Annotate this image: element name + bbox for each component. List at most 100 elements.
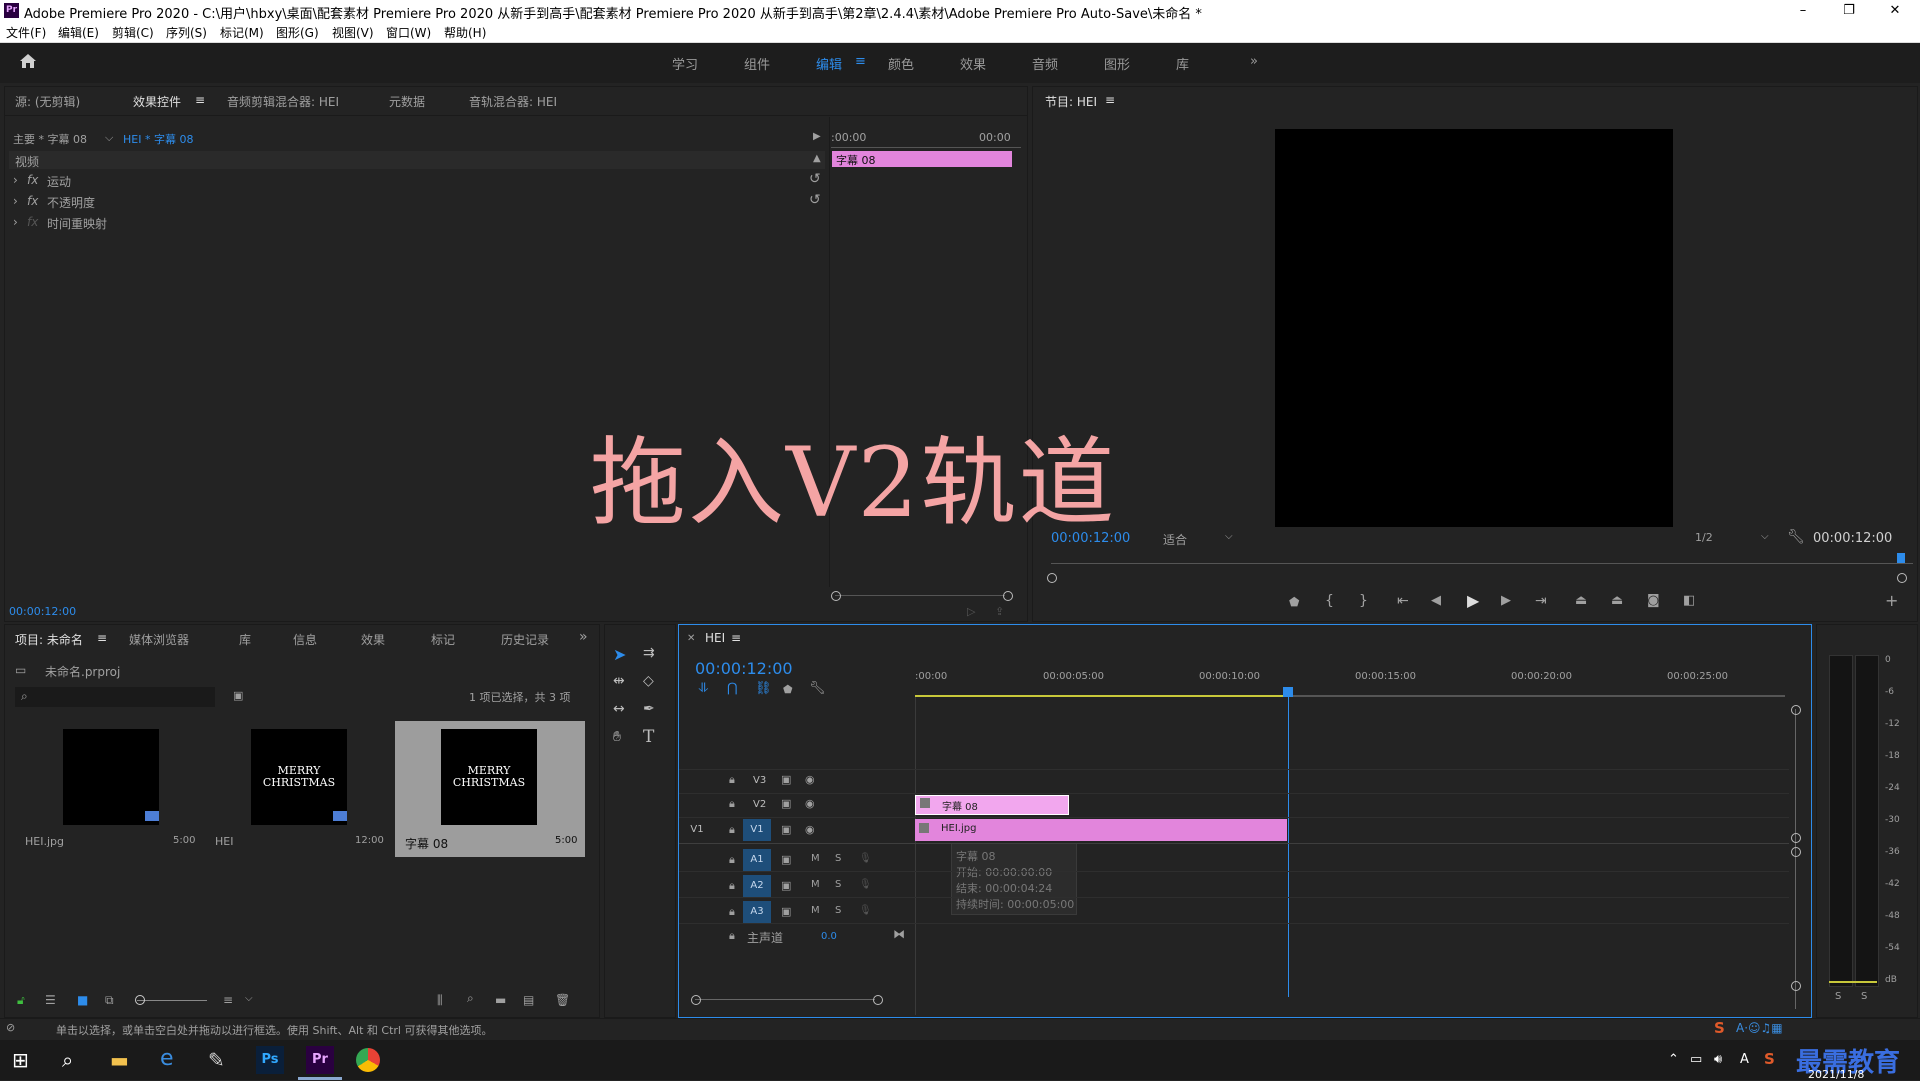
- find-icon[interactable]: ⌕: [467, 991, 474, 1006]
- master-lock-icon[interactable]: 🔒︎: [729, 929, 735, 943]
- workspace-more-icon[interactable]: »: [1250, 54, 1258, 69]
- reset-opacity-icon[interactable]: ↺: [809, 192, 821, 208]
- workspace-audio[interactable]: 音频: [1032, 54, 1058, 73]
- menu-edit[interactable]: 编辑(E): [58, 24, 99, 41]
- home-icon[interactable]: [16, 51, 40, 75]
- lift-icon[interactable]: ⏏︎: [1575, 593, 1587, 608]
- tab-menu-icon[interactable]: ≡: [195, 93, 205, 107]
- workspace-color[interactable]: 颜色: [888, 54, 914, 73]
- solo-right-button[interactable]: S: [1861, 991, 1867, 1002]
- tab-media-browser[interactable]: 媒体浏览器: [129, 631, 189, 648]
- chrome-taskbar-icon[interactable]: [356, 1048, 380, 1072]
- master-go-to-icon[interactable]: ⧓: [893, 927, 905, 941]
- step-forward-icon[interactable]: ▶︎: [1501, 593, 1511, 608]
- workspace-effects[interactable]: 效果: [960, 54, 986, 73]
- a2-mute[interactable]: M: [811, 879, 820, 890]
- expand-motion-icon[interactable]: ›: [13, 173, 18, 187]
- tab-source[interactable]: 源: (无剪辑): [15, 93, 80, 110]
- work-area-bar[interactable]: [915, 695, 1287, 697]
- export-icon[interactable]: ⇪: [995, 605, 1004, 618]
- sequence-clip-label[interactable]: HEI * 字幕 08: [123, 131, 193, 147]
- ripple-edit-tool-icon[interactable]: ⇹: [613, 673, 625, 689]
- add-button-icon[interactable]: +: [1885, 591, 1898, 610]
- a2-solo[interactable]: S: [835, 879, 841, 890]
- source-patch-v1[interactable]: V1: [683, 819, 711, 841]
- v-scroll-top-handle[interactable]: [1791, 705, 1801, 715]
- zoom-handle-right[interactable]: [1003, 591, 1013, 601]
- project-menu-icon[interactable]: ≡: [97, 631, 107, 645]
- sort-chevron-icon[interactable]: ⌵: [245, 993, 253, 1004]
- program-zoom-left[interactable]: [1047, 573, 1057, 583]
- effect-opacity[interactable]: 不透明度: [47, 194, 95, 211]
- effect-time-remap[interactable]: 时间重映射: [47, 215, 107, 232]
- menu-graphics[interactable]: 图形(G): [276, 24, 319, 41]
- edge-browser-icon[interactable]: e: [160, 1046, 174, 1071]
- h-scroll-right-handle[interactable]: [873, 995, 883, 1005]
- a3-sync-icon[interactable]: ▣: [781, 905, 791, 918]
- track-label-v2[interactable]: V2: [753, 799, 766, 810]
- a3-solo[interactable]: S: [835, 905, 841, 916]
- a1-solo[interactable]: S: [835, 853, 841, 864]
- windows-start-icon[interactable]: ⊞: [12, 1048, 29, 1072]
- fx-opacity-icon[interactable]: fx: [27, 194, 38, 208]
- a2-sync-icon[interactable]: ▣: [781, 879, 791, 892]
- selection-tool-icon[interactable]: ➤: [613, 645, 626, 664]
- new-item-icon[interactable]: ▤: [523, 993, 534, 1007]
- program-scrub-bar[interactable]: [1051, 563, 1913, 564]
- camera-icon[interactable]: ◙: [1647, 593, 1660, 608]
- project-item-caption-08[interactable]: MERRY CHRISTMAS 字幕 08 5:00: [395, 721, 585, 857]
- menu-marker[interactable]: 标记(M): [220, 24, 264, 41]
- tab-effects[interactable]: 效果: [361, 631, 385, 648]
- v2-sync-icon[interactable]: ▣: [781, 797, 791, 810]
- workspace-menu-icon[interactable]: ≡: [855, 54, 866, 69]
- project-item-hei-jpg[interactable]: HEI.jpg 5:00: [15, 721, 201, 849]
- timeline-v-scrollbar[interactable]: [1795, 709, 1796, 1009]
- sogou-ime-icon[interactable]: S: [1714, 1019, 1725, 1037]
- go-to-out-icon[interactable]: ⇥: [1535, 593, 1547, 609]
- freeform-view-icon[interactable]: ⧉: [105, 993, 114, 1008]
- fit-chevron-icon[interactable]: ⌵: [1225, 531, 1233, 542]
- a1-lock-icon[interactable]: 🔒︎: [729, 853, 735, 867]
- v-scroll-mid-handle[interactable]: [1791, 833, 1801, 843]
- v2-eye-icon[interactable]: ◉: [805, 797, 815, 810]
- tray-chevron-icon[interactable]: ⌃: [1668, 1052, 1679, 1067]
- sogou-tray-icon[interactable]: S: [1764, 1050, 1775, 1068]
- sort-icon[interactable]: ≡: [223, 993, 233, 1007]
- mark-in-icon[interactable]: {: [1325, 593, 1334, 609]
- clip-v1-hei-jpg[interactable]: HEI.jpg: [915, 819, 1287, 841]
- slip-tool-icon[interactable]: ↔: [613, 701, 625, 717]
- fx-time-remap-icon[interactable]: fx: [27, 215, 38, 229]
- snap-icon[interactable]: ⋂: [727, 681, 738, 696]
- lock-icon[interactable]: 🔓︎: [17, 993, 25, 1008]
- workspace-editing[interactable]: 编辑: [816, 54, 842, 73]
- tab-sequence-hei[interactable]: HEI: [705, 631, 725, 645]
- insert-nest-icon[interactable]: ⥥: [699, 681, 708, 696]
- a3-mute[interactable]: M: [811, 905, 820, 916]
- effect-motion[interactable]: 运动: [47, 173, 71, 190]
- timeline-h-scrollbar[interactable]: [695, 999, 875, 1000]
- sequence-menu-icon[interactable]: ≡: [731, 631, 741, 645]
- tab-metadata[interactable]: 元数据: [389, 93, 425, 110]
- a3-voiceover-icon[interactable]: 🎙︎: [859, 905, 872, 916]
- project-item-hei-sequence[interactable]: MERRY CHRISTMAS HEI 12:00: [205, 721, 391, 849]
- program-playhead[interactable]: [1897, 553, 1905, 563]
- close-sequence-icon[interactable]: ✕: [687, 633, 695, 644]
- icon-view-icon[interactable]: ■: [77, 993, 88, 1007]
- a-scroll-bottom-handle[interactable]: [1791, 981, 1801, 991]
- solo-left-button[interactable]: S: [1835, 991, 1841, 1002]
- track-label-a3[interactable]: A3: [743, 901, 771, 923]
- menu-view[interactable]: 视图(V): [332, 24, 374, 41]
- zoom-slider-handle[interactable]: [135, 995, 145, 1005]
- v2-lock-icon[interactable]: 🔒︎: [729, 797, 735, 811]
- timeline-timecode[interactable]: 00:00:12:00: [695, 659, 793, 678]
- zoom-handle-left[interactable]: [831, 591, 841, 601]
- a2-voiceover-icon[interactable]: 🎙︎: [859, 879, 872, 890]
- a1-sync-icon[interactable]: ▣: [781, 853, 791, 866]
- master-track-label[interactable]: 主声道: [747, 929, 783, 946]
- v3-sync-icon[interactable]: ▣: [781, 773, 791, 786]
- ime-toolbar-icon[interactable]: A·☺♫▦: [1736, 1021, 1783, 1035]
- track-label-a2[interactable]: A2: [743, 875, 771, 897]
- tab-markers[interactable]: 标记: [431, 631, 455, 648]
- close-button[interactable]: ✕: [1872, 0, 1918, 22]
- quality-chevron-icon[interactable]: ⌵: [1761, 531, 1769, 542]
